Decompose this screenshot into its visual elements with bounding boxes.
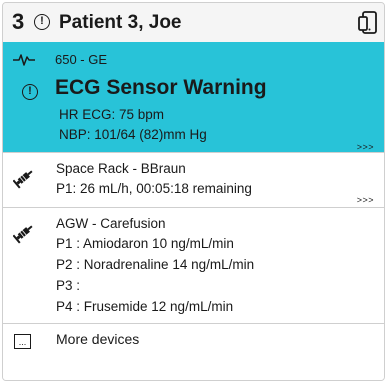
alarm-more-link[interactable]: >>> bbox=[357, 142, 374, 152]
more-icon: ... bbox=[14, 334, 31, 349]
bed-number: 3 bbox=[12, 9, 25, 34]
device-item-bbraun[interactable]: Space Rack - BBraun P1: 26 mL/h, 00:05:1… bbox=[3, 153, 384, 207]
alert-icon: ! bbox=[34, 14, 50, 30]
more-devices-item[interactable]: ... More devices bbox=[3, 324, 384, 380]
syringe-icon bbox=[13, 225, 33, 244]
ecg-alarm-panel[interactable]: 650 - GE ! ECG Sensor Warning HR ECG: 75… bbox=[3, 42, 384, 152]
patient-header[interactable]: 3 ! Patient 3, Joe bbox=[3, 3, 384, 42]
warning-icon: ! bbox=[22, 84, 38, 100]
pump-channel: P2 : Noradrenaline 14 ng/mL/min bbox=[56, 257, 255, 272]
ecg-wave-icon bbox=[13, 54, 35, 66]
alarm-device-label: 650 - GE bbox=[55, 52, 108, 67]
device-name: AGW - Carefusion bbox=[56, 216, 166, 231]
pump-channel: P4 : Frusemide 12 ng/mL/min bbox=[56, 299, 234, 314]
device-more-link[interactable]: >>> bbox=[357, 195, 374, 205]
alarm-nbp-value: NBP: 101/64 (82)mm Hg bbox=[59, 127, 207, 142]
patient-card[interactable]: 3 ! Patient 3, Joe 650 - GE ! ECG Sensor… bbox=[2, 2, 385, 381]
patient-name: Patient 3, Joe bbox=[59, 12, 182, 33]
phone-device-icon[interactable] bbox=[357, 11, 379, 35]
pump-channel: P3 : bbox=[56, 278, 81, 293]
alarm-hr-value: HR ECG: 75 bpm bbox=[59, 107, 165, 122]
pump-status: P1: 26 mL/h, 00:05:18 remaining bbox=[56, 181, 252, 196]
device-name: Space Rack - BBraun bbox=[56, 161, 186, 176]
pump-channel: P1 : Amiodaron 10 ng/mL/min bbox=[56, 236, 234, 251]
alarm-title: ECG Sensor Warning bbox=[55, 76, 267, 99]
syringe-icon bbox=[13, 170, 33, 189]
device-item-carefusion[interactable]: AGW - Carefusion P1 : Amiodaron 10 ng/mL… bbox=[3, 208, 384, 323]
more-devices-label: More devices bbox=[56, 331, 140, 347]
